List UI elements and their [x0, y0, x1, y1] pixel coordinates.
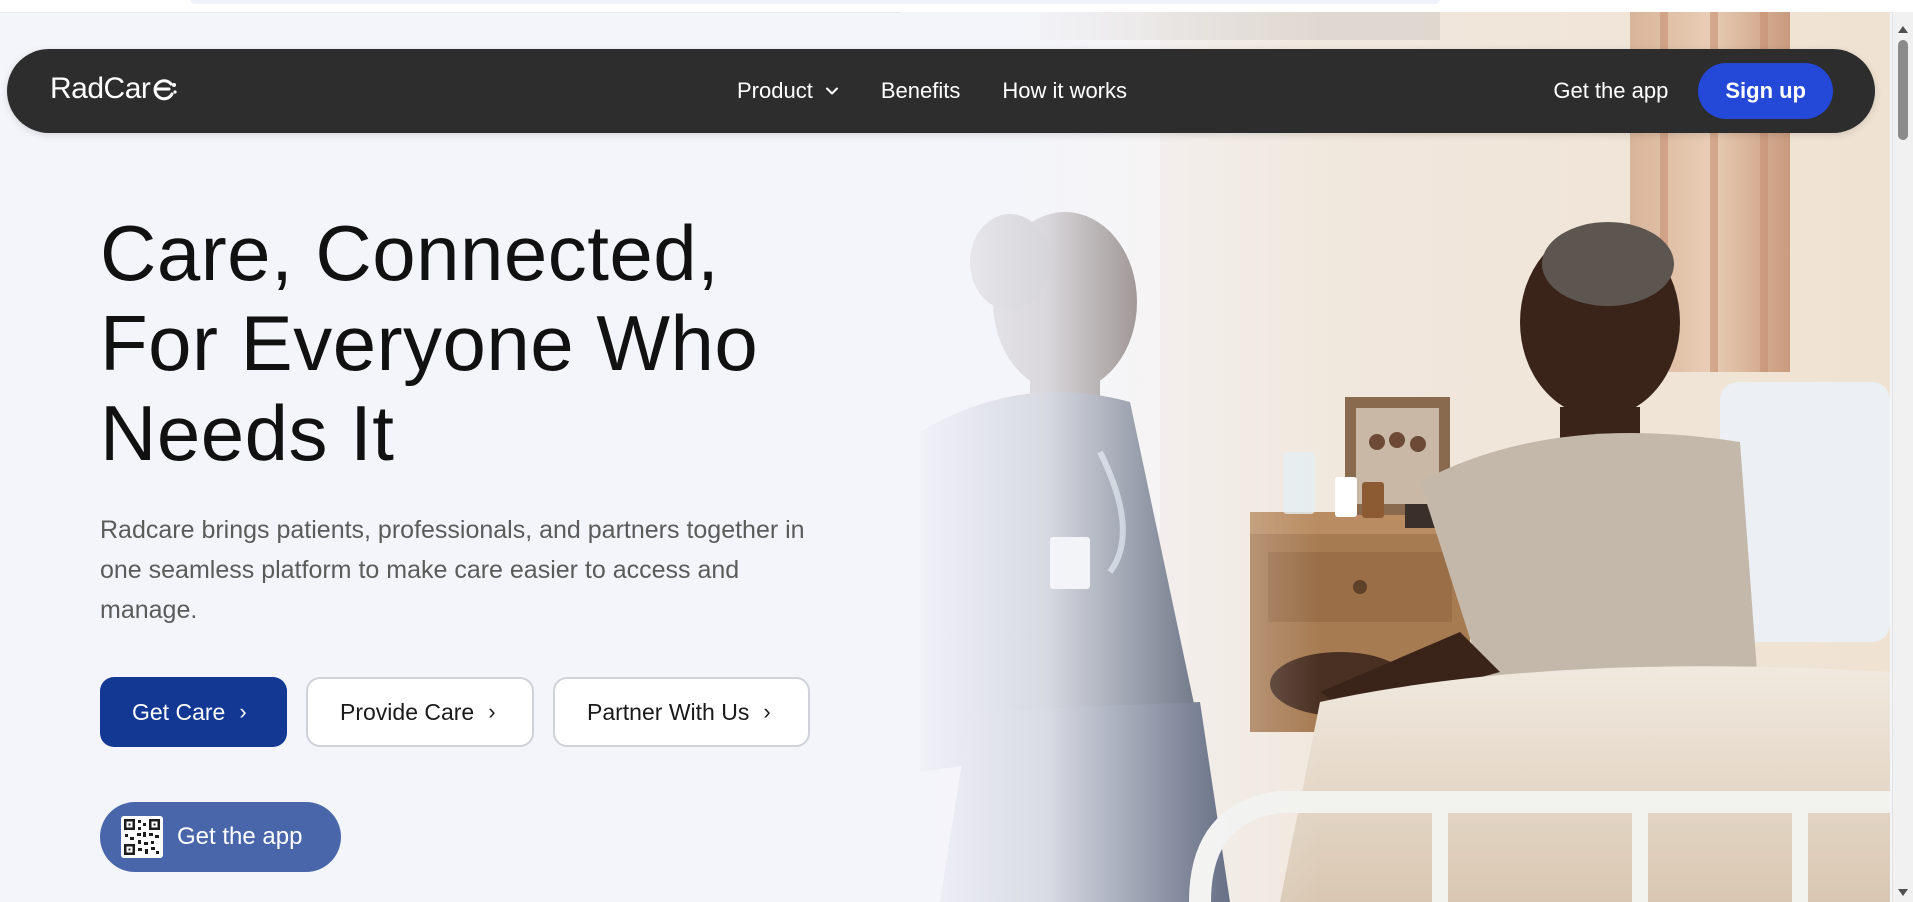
nav-product-label: Product [737, 78, 813, 103]
partner-with-us-label: Partner With Us [587, 698, 750, 725]
radcare-logo[interactable]: RadCar [50, 69, 177, 109]
get-care-button[interactable]: Get Care › [100, 677, 287, 747]
nav-product[interactable]: Product [737, 78, 839, 104]
nav-actions: Get the app Sign up [1553, 63, 1833, 119]
nav-how-it-works[interactable]: How it works [1002, 78, 1127, 104]
qr-code-icon [121, 816, 163, 858]
hero-title-line: Care, Connected, [100, 209, 720, 297]
photo-person [1389, 432, 1405, 448]
drawer-knob [1353, 580, 1367, 594]
chevron-down-icon [825, 87, 838, 95]
hero-description: Radcare brings patients, professionals, … [100, 510, 900, 630]
top-navbar: RadCar Product Benefits How it works Get… [7, 49, 1875, 133]
logo-text: RadCar [50, 72, 151, 105]
hero-cta-row: Get Care › Provide Care › Partner With U… [100, 677, 829, 747]
page: RadCar Product Benefits How it works Get… [0, 0, 1913, 902]
qr-code-glyph [124, 819, 160, 855]
sign-up-button[interactable]: Sign up [1698, 63, 1833, 119]
provide-care-label: Provide Care [340, 698, 475, 725]
hero-title-line: For Everyone Who [100, 299, 759, 387]
get-care-label: Get Care [132, 698, 226, 725]
hero-title: Care, Connected, For Everyone Who Needs … [100, 208, 1000, 478]
provide-care-button[interactable]: Provide Care › [306, 677, 534, 747]
partner-with-us-button[interactable]: Partner With Us › [553, 677, 810, 747]
sign-up-label: Sign up [1725, 78, 1806, 103]
patient-hair [1542, 222, 1674, 306]
get-the-app-label: Get the app [177, 823, 303, 850]
scroll-down-arrow-icon[interactable] [1898, 889, 1908, 896]
address-bar-edge [190, 0, 1440, 4]
main-nav: Product Benefits How it works [737, 49, 1169, 133]
hero-description-line: Radcare brings patients, professionals, … [100, 516, 805, 544]
photo-person [1410, 436, 1426, 452]
get-the-app-button[interactable]: Get the app [100, 802, 341, 872]
chevron-right-icon: › [488, 699, 496, 724]
nav-how-it-works-label: How it works [1002, 78, 1128, 103]
pill-bottle [1335, 477, 1357, 517]
hero-title-line: Needs It [100, 389, 395, 477]
hero-description-line: manage. [100, 596, 198, 624]
nav-benefits[interactable]: Benefits [881, 78, 961, 104]
photo-person [1369, 434, 1385, 450]
hero-description-line: one seamless platform to make care easie… [100, 556, 740, 584]
chevron-right-icon: › [763, 699, 771, 724]
scrollbar-thumb[interactable] [1898, 40, 1908, 140]
nav-benefits-label: Benefits [880, 78, 961, 103]
nav-get-the-app-link[interactable]: Get the app [1553, 78, 1668, 104]
medicine-bottle [1362, 482, 1384, 518]
chevron-right-icon: › [239, 699, 247, 724]
page-scrollbar[interactable] [1892, 12, 1913, 902]
radcare-logo-mark-icon [153, 79, 177, 101]
scroll-up-arrow-icon[interactable] [1898, 26, 1908, 33]
